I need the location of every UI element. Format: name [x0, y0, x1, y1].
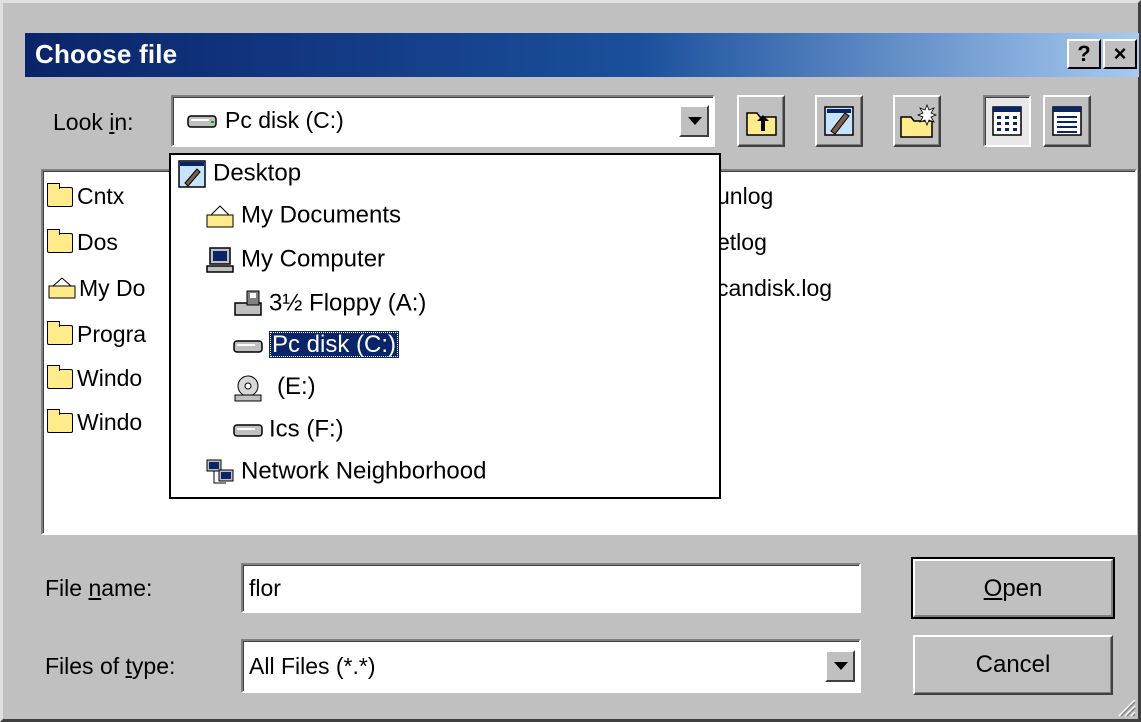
list-item[interactable]: Cntx: [47, 183, 124, 217]
file-name-value: flor: [249, 575, 281, 601]
dropdown-item-e-drive[interactable]: (E:): [233, 373, 316, 411]
hard-disk-icon: [233, 415, 263, 445]
look-in-label: Look in:: [53, 109, 134, 135]
files-of-type-label: Files of type:: [45, 653, 176, 679]
title-bar[interactable]: Choose file ? ×: [25, 33, 1139, 77]
file-name-field[interactable]: flor: [241, 563, 861, 613]
help-button[interactable]: ?: [1067, 39, 1101, 69]
choose-file-dialog: Choose file ? × Look in: Pc disk (C:) Cn…: [0, 0, 1141, 722]
cancel-button[interactable]: Cancel: [913, 635, 1113, 695]
list-item[interactable]: Windo: [47, 409, 142, 443]
go-to-desktop-button[interactable]: [815, 95, 863, 147]
dropdown-item-floppy[interactable]: 3½ Floppy (A:): [233, 289, 426, 327]
list-item[interactable]: etlog: [717, 229, 767, 263]
file-name-label: File name:: [45, 575, 153, 601]
list-item[interactable]: Windo: [47, 365, 142, 399]
details-view-button[interactable]: [1043, 95, 1091, 147]
dropdown-item-pc-disk[interactable]: Pc disk (C:): [233, 331, 400, 369]
folder-icon: [47, 229, 73, 253]
files-of-type-dropdown-button[interactable]: [825, 650, 855, 682]
floppy-icon: [233, 289, 263, 319]
files-of-type-select[interactable]: All Files (*.*): [241, 639, 861, 693]
list-item[interactable]: Dos: [47, 229, 118, 263]
list-item[interactable]: Progra: [47, 321, 146, 355]
resize-grip[interactable]: [1114, 695, 1136, 717]
look-in-dropdown-list[interactable]: Desktop My Documents My Computer 3½ Flop…: [169, 153, 721, 499]
up-folder-icon: [739, 112, 783, 149]
dropdown-item-desktop[interactable]: Desktop: [177, 159, 301, 197]
hard-disk-icon: [233, 331, 263, 361]
my-documents-icon: [205, 201, 235, 231]
folder-icon: [47, 409, 73, 433]
open-button-face: Open: [913, 559, 1113, 617]
network-icon: [205, 457, 235, 487]
dropdown-item-ics[interactable]: Ics (F:): [233, 415, 344, 453]
close-button[interactable]: ×: [1103, 39, 1137, 69]
my-computer-icon: [205, 245, 235, 275]
open-button[interactable]: Open: [911, 557, 1115, 619]
look-in-dropdown-button[interactable]: [679, 105, 709, 137]
folder-icon: [47, 365, 73, 389]
up-one-level-button[interactable]: [737, 95, 785, 147]
dropdown-selected-label: Pc disk (C:): [269, 331, 400, 359]
resize-grip-icon: [1118, 699, 1136, 717]
files-of-type-value: All Files (*.*): [249, 653, 376, 679]
list-item[interactable]: candisk.log: [717, 275, 832, 309]
dropdown-item-my-computer[interactable]: My Computer: [205, 245, 385, 283]
create-new-folder-button[interactable]: [893, 95, 941, 147]
look-in-value: Pc disk (C:): [225, 107, 344, 133]
folder-icon: [47, 183, 73, 207]
dialog-title: Choose file: [35, 39, 178, 69]
list-item[interactable]: unlog: [717, 183, 773, 217]
folder-icon: [47, 321, 73, 345]
dropdown-item-my-documents[interactable]: My Documents: [205, 201, 401, 239]
cd-drive-icon: [233, 373, 263, 403]
desktop-icon: [177, 159, 207, 189]
details-view-icon: [1045, 106, 1089, 149]
my-documents-icon: [47, 276, 77, 306]
list-view-icon: [985, 106, 1029, 149]
desktop-icon: [817, 106, 861, 149]
dropdown-item-network[interactable]: Network Neighborhood: [205, 457, 486, 495]
list-item[interactable]: My Do: [47, 275, 145, 309]
look-in-combo[interactable]: Pc disk (C:): [171, 95, 715, 147]
hard-disk-icon: [187, 111, 217, 136]
list-view-button[interactable]: [983, 95, 1031, 147]
new-folder-icon: [895, 103, 939, 149]
